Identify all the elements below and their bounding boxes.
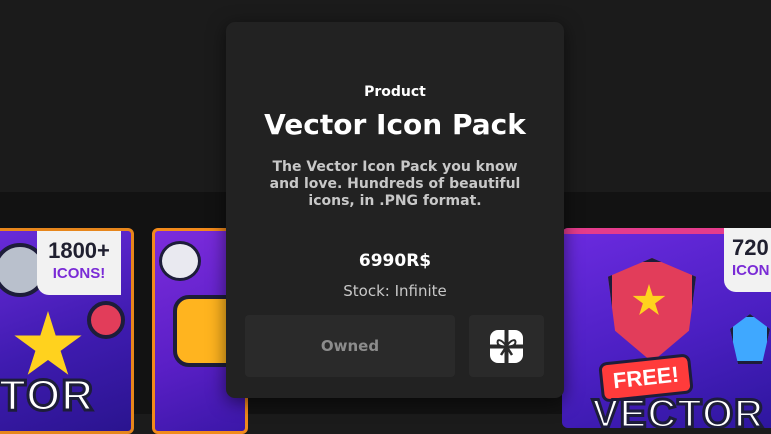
product-price: 6990R$ — [358, 251, 432, 271]
ring-icon — [87, 301, 125, 339]
icon-count-badge: 720 ICON — [724, 228, 771, 292]
card-art-text: VECTOR — [591, 391, 765, 429]
product-modal: Product Vector Icon Pack The Vector Icon… — [226, 22, 564, 398]
skull-icon — [159, 241, 201, 281]
gift-icon — [490, 330, 523, 363]
badge-number: 720 — [732, 235, 769, 260]
shield-icon — [608, 258, 696, 362]
product-description: The Vector Icon Pack you know and love. … — [269, 159, 521, 209]
product-stock: Stock: Infinite — [343, 282, 447, 300]
product-title: Vector Icon Pack — [264, 108, 526, 141]
gift-button[interactable] — [469, 315, 544, 377]
gem-icon — [730, 314, 770, 364]
modal-eyebrow: Product — [364, 84, 426, 100]
product-card[interactable]: TOR 1800+ ICONS! — [0, 228, 134, 434]
owned-button[interactable]: Owned — [245, 315, 455, 377]
product-card[interactable]: FREE! VECTOR 720 ICON — [562, 228, 771, 428]
badge-word: ICONS! — [52, 265, 106, 282]
icon-count-badge: 1800+ ICONS! — [37, 231, 121, 295]
badge-word: ICON — [732, 262, 770, 279]
badge-number: 1800+ — [48, 238, 110, 263]
